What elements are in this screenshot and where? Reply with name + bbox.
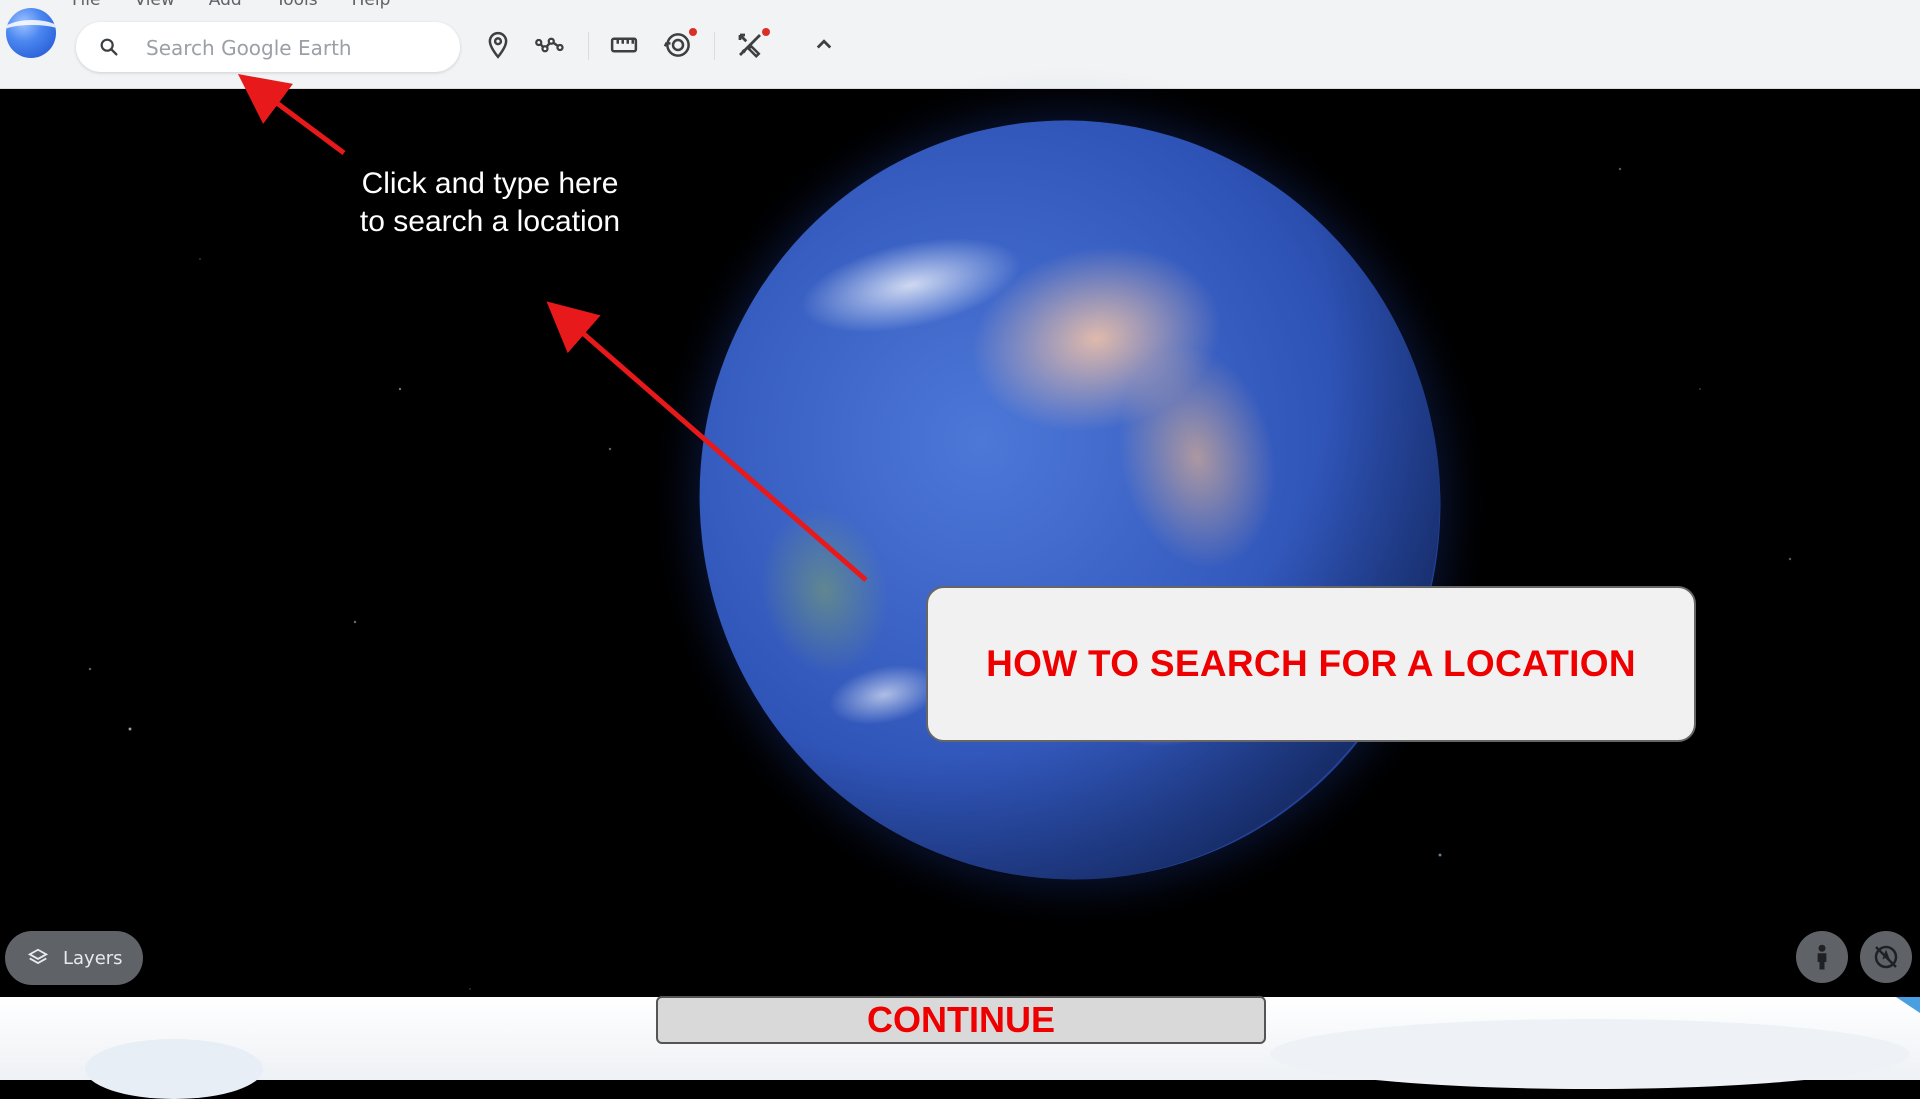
google-earth-logo[interactable] (6, 8, 56, 58)
menu-tools[interactable]: Tools (276, 0, 318, 9)
search-icon (100, 38, 118, 56)
compass-button[interactable] (1860, 931, 1912, 983)
toolbar-divider (588, 32, 589, 60)
menu-add[interactable]: Add (209, 0, 242, 9)
continue-button[interactable]: CONTINUE (656, 996, 1266, 1044)
corner-accent (1896, 997, 1920, 1013)
instruction-line-2: to search a location (359, 205, 621, 238)
projects-notification-dot (762, 28, 770, 36)
layers-label: Layers (63, 947, 123, 969)
ruler-icon (610, 37, 638, 53)
toolbar-divider (714, 32, 715, 60)
voyager-icon (663, 33, 690, 57)
menu-bar: File View Add Tools Help (72, 0, 424, 9)
measure-button[interactable] (606, 27, 642, 63)
instruction-line-1: Click and type here (361, 167, 619, 200)
decorative-cloud (1270, 1019, 1910, 1089)
place-marker-icon (488, 31, 508, 59)
add-placemark-button[interactable] (480, 27, 516, 63)
title-text: HOW TO SEARCH FOR A LOCATION (986, 643, 1636, 684)
layers-button[interactable]: Layers (5, 931, 143, 985)
collapse-toolbar-button[interactable] (806, 27, 842, 63)
menu-view[interactable]: View (134, 0, 174, 9)
projects-icon (738, 33, 761, 59)
path-icon (535, 37, 564, 53)
toolbar: File View Add Tools Help (0, 0, 1920, 89)
continue-label: CONTINUE (867, 999, 1055, 1040)
search-input[interactable] (144, 32, 448, 64)
instruction-text: Click and type here to search a location (330, 165, 650, 241)
voyager-notification-dot (689, 28, 697, 36)
street-view-button[interactable] (1796, 931, 1848, 983)
menu-help[interactable]: Help (352, 0, 391, 9)
decorative-cloud (85, 1039, 263, 1099)
title-card: HOW TO SEARCH FOR A LOCATION (926, 586, 1696, 742)
pegman-icon (1817, 944, 1827, 970)
layers-icon (27, 948, 49, 965)
compass-icon (1874, 945, 1898, 969)
menu-file[interactable]: File (72, 0, 100, 9)
add-path-button[interactable] (532, 27, 568, 63)
chevron-up-icon (816, 39, 832, 49)
search-box[interactable] (76, 22, 460, 72)
